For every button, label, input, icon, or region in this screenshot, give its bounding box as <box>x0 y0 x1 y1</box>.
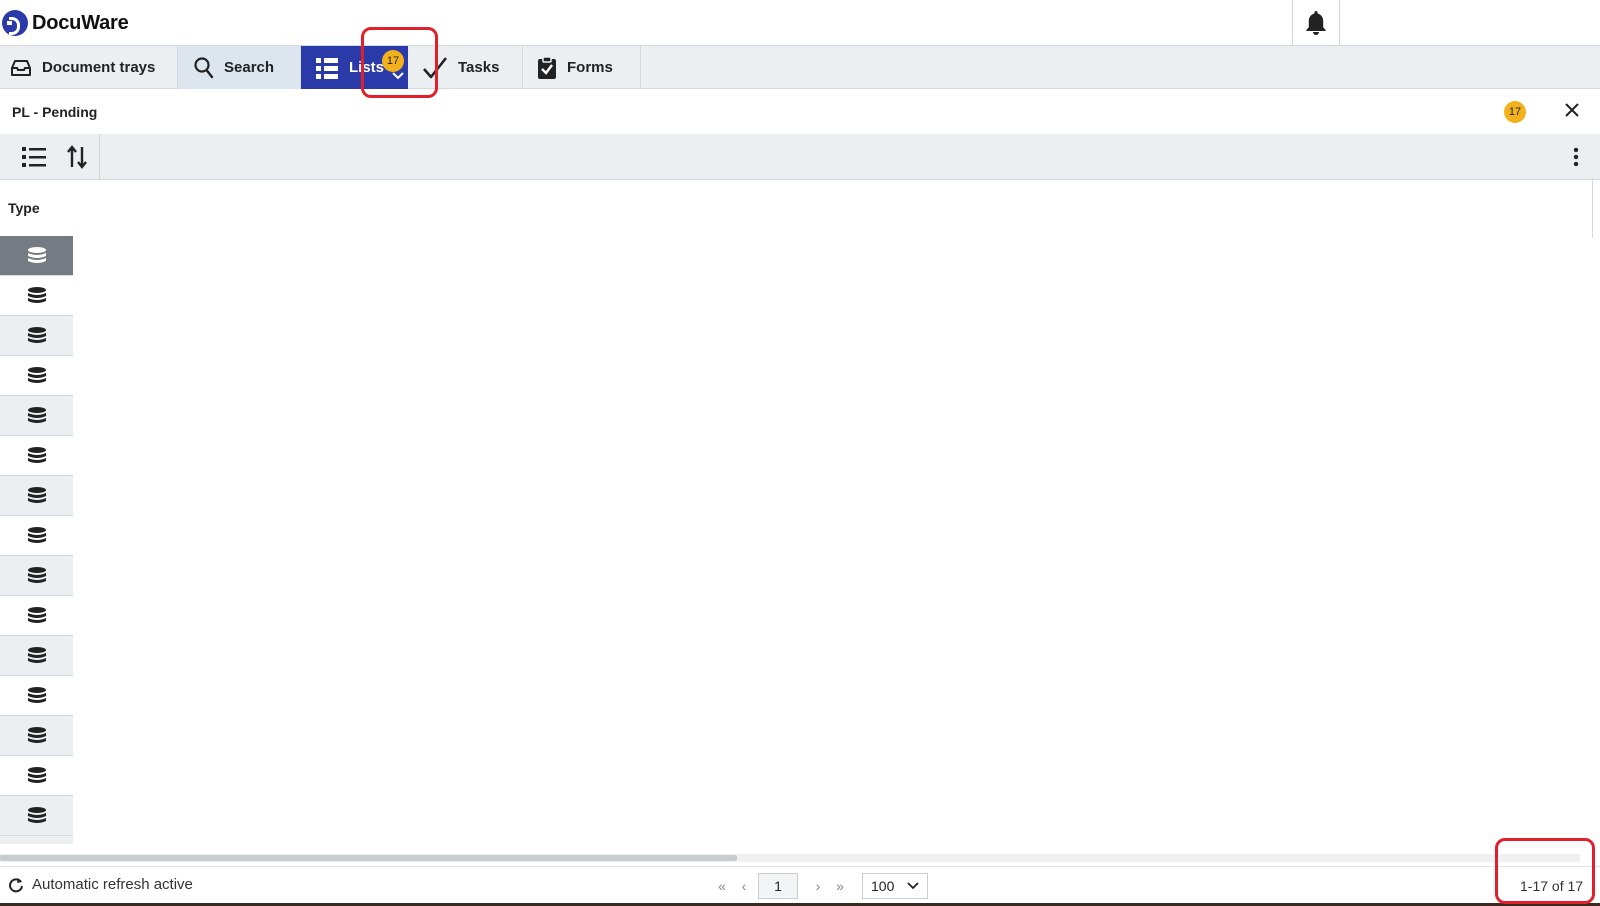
list-grid-icon <box>316 57 338 79</box>
database-icon <box>27 526 46 543</box>
panel-count-badge: 17 <box>1504 101 1526 123</box>
table-row[interactable] <box>0 556 73 596</box>
list-toolbar <box>0 134 1600 180</box>
grid-right-edge <box>1592 178 1593 238</box>
database-icon <box>27 566 46 583</box>
database-icon <box>27 326 46 343</box>
nav-document-trays-label: Document trays <box>42 59 156 76</box>
table-row[interactable] <box>0 516 73 556</box>
page-number-input[interactable] <box>758 873 798 899</box>
first-page-button[interactable]: « <box>714 874 730 898</box>
database-icon <box>27 406 46 423</box>
database-icon <box>27 446 46 463</box>
close-icon[interactable] <box>1564 102 1580 118</box>
table-row[interactable] <box>0 316 73 356</box>
scrollbar-thumb[interactable] <box>0 855 737 861</box>
list-view-button[interactable] <box>18 142 50 172</box>
result-rows <box>0 236 73 844</box>
nav-search[interactable]: Search <box>178 46 301 89</box>
table-row[interactable] <box>0 796 73 836</box>
database-icon <box>27 606 46 623</box>
pagination: « ‹ › » 100 <box>714 873 928 899</box>
table-row[interactable] <box>0 716 73 756</box>
table-row[interactable] <box>0 636 73 676</box>
table-row[interactable] <box>0 476 73 516</box>
nav-document-trays[interactable]: Document trays <box>0 46 178 89</box>
nav-search-label: Search <box>224 59 275 76</box>
auto-refresh-label: Automatic refresh active <box>32 876 193 893</box>
database-icon <box>27 766 46 783</box>
table-row[interactable] <box>0 276 73 316</box>
chevron-down-icon <box>907 882 919 890</box>
logo-text: DocuWare <box>32 11 129 34</box>
main-nav: Document trays Search Lists Tasks Forms <box>0 46 1600 122</box>
sort-icon <box>67 145 87 169</box>
more-vertical-icon <box>1573 147 1579 167</box>
previous-page-button[interactable]: ‹ <box>736 874 752 898</box>
page-size-select[interactable]: 100 <box>862 873 928 899</box>
list-panel-header: PL - Pending 17 <box>0 90 1600 134</box>
table-row[interactable] <box>0 236 73 276</box>
database-icon <box>27 246 46 263</box>
more-options-button[interactable] <box>1566 142 1586 172</box>
highlight-result-count <box>1495 838 1595 904</box>
next-page-button[interactable]: › <box>810 874 826 898</box>
search-icon <box>194 56 214 78</box>
table-row[interactable] <box>0 436 73 476</box>
docuware-logo[interactable]: DocuWare <box>2 10 129 36</box>
auto-refresh-toggle[interactable]: Automatic refresh active <box>8 876 193 893</box>
database-icon <box>27 806 46 823</box>
database-icon <box>27 286 46 303</box>
database-icon <box>27 486 46 503</box>
last-page-button[interactable]: » <box>832 874 848 898</box>
database-icon <box>27 646 46 663</box>
refresh-icon <box>9 877 23 892</box>
database-icon <box>27 686 46 703</box>
app-header: DocuWare <box>0 0 1600 46</box>
bell-icon <box>1306 11 1326 35</box>
nav-forms[interactable]: Forms <box>523 46 641 89</box>
nav-tasks-label: Tasks <box>458 59 500 76</box>
database-icon <box>27 366 46 383</box>
horizontal-scrollbar[interactable] <box>0 854 1580 862</box>
table-row[interactable] <box>0 396 73 436</box>
table-row-partial <box>0 836 73 844</box>
page-size-value: 100 <box>871 878 895 894</box>
toolbar-divider <box>99 134 100 180</box>
table-row[interactable] <box>0 676 73 716</box>
inbox-tray-icon <box>11 59 31 76</box>
table-row[interactable] <box>0 756 73 796</box>
docuware-logo-icon <box>2 10 28 36</box>
panel-title: PL - Pending <box>12 104 98 120</box>
sort-button[interactable] <box>61 142 93 172</box>
table-row[interactable] <box>0 596 73 636</box>
list-view-icon <box>22 147 46 167</box>
clipboard-check-icon <box>538 55 556 79</box>
database-icon <box>27 726 46 743</box>
list-footer: Automatic refresh active « ‹ › » 100 1-1… <box>0 866 1600 906</box>
nav-forms-label: Forms <box>567 59 613 76</box>
notifications-button[interactable] <box>1292 0 1340 46</box>
table-row[interactable] <box>0 356 73 396</box>
column-header-type[interactable]: Type <box>8 200 40 216</box>
highlight-lists-badge <box>361 27 438 98</box>
